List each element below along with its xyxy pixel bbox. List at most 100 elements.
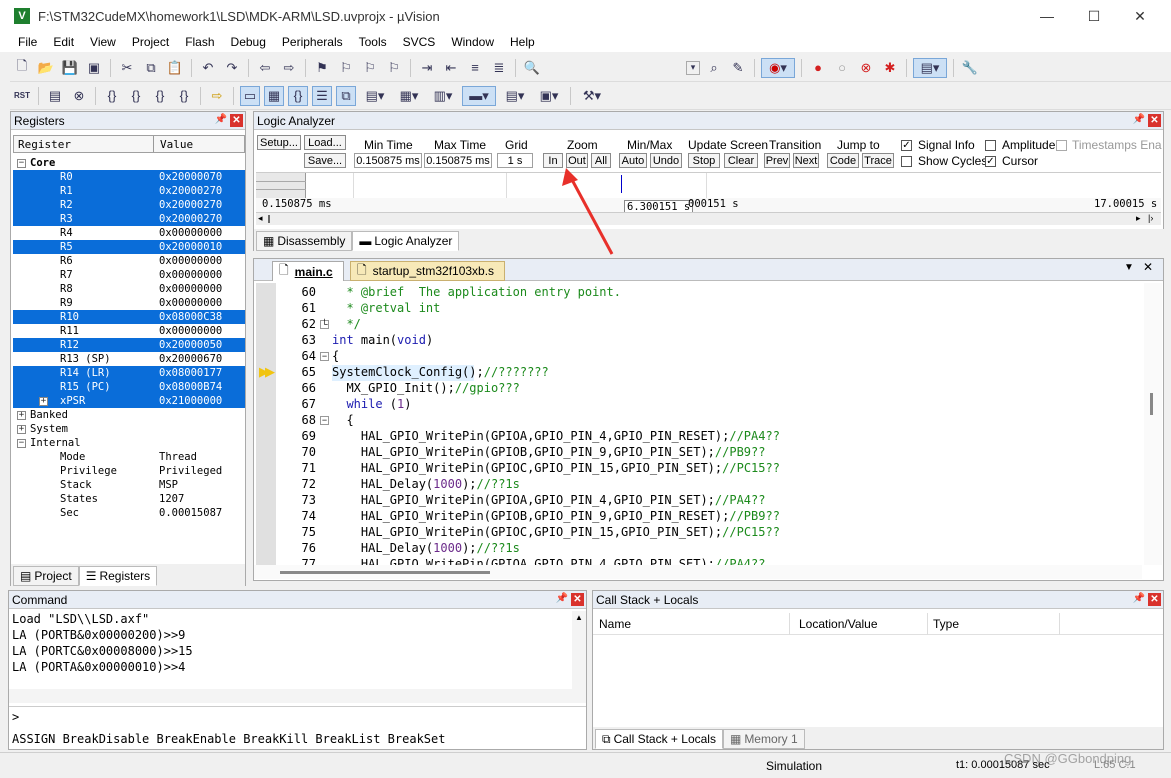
registers-window-icon[interactable]: ☰ [312, 85, 332, 106]
unindent-icon[interactable]: ⇤ [441, 58, 461, 78]
command-input[interactable]: > [9, 706, 586, 726]
code-button[interactable]: Code [827, 153, 859, 168]
register-value[interactable]: 0x20000010 [159, 241, 222, 253]
register-row[interactable]: R1 0x20000270 [13, 184, 245, 198]
close-editor-icon[interactable]: ✕ [1143, 260, 1153, 274]
cursor-checkbox[interactable]: ✓ [985, 156, 996, 167]
pin-icon[interactable]: 📌 [215, 114, 227, 125]
next-button[interactable]: Next [793, 153, 819, 168]
configure-icon[interactable]: 🔧 [960, 58, 980, 78]
breakpoint-kill-all-icon[interactable]: ✱ [880, 58, 900, 78]
tree-node-banked[interactable]: + Banked [17, 408, 68, 422]
step-into-icon[interactable]: {} [102, 86, 122, 106]
register-row[interactable]: R3 0x20000270 [13, 212, 245, 226]
close-button[interactable]: ✕ [1117, 0, 1163, 32]
column-type[interactable]: Type [933, 617, 959, 631]
register-row[interactable]: R0 0x20000070 [13, 170, 245, 184]
internal-row[interactable]: Stack MSP [13, 478, 245, 492]
internal-row[interactable]: Privilege Privileged [13, 464, 245, 478]
save-all-icon[interactable]: ▣ [84, 58, 104, 78]
tree-node-core[interactable]: − Core [17, 156, 55, 170]
close-icon[interactable]: ✕ [230, 114, 243, 127]
signal-info-checkbox[interactable]: ✓ [901, 140, 912, 151]
command-window-icon[interactable]: ▭ [240, 85, 260, 106]
pin-icon[interactable]: 📌 [556, 593, 568, 604]
menu-tools[interactable]: Tools [351, 35, 395, 49]
register-row[interactable]: R9 0x00000000 [13, 296, 245, 310]
zoom-out-button[interactable]: Out [566, 153, 588, 168]
register-value[interactable]: 0x20000270 [159, 213, 222, 225]
pin-icon[interactable]: 📌 [1133, 593, 1145, 604]
serial-window-icon[interactable]: ▥▾ [428, 86, 458, 106]
register-row[interactable]: R12 0x20000050 [13, 338, 245, 352]
undo-button[interactable]: Undo [650, 153, 682, 168]
tab-memory-1[interactable]: ▦ Memory 1 [722, 729, 805, 749]
editor-vscrollbar[interactable] [1144, 283, 1162, 565]
reset-icon[interactable]: RST [12, 86, 32, 106]
bookmark-prev-icon[interactable]: ⚐ [336, 58, 356, 78]
menu-flash[interactable]: Flash [177, 35, 222, 49]
menu-peripherals[interactable]: Peripherals [274, 35, 351, 49]
clear-button[interactable]: Clear [724, 153, 758, 168]
column-name[interactable]: Name [599, 617, 631, 631]
bookmark-clear-icon[interactable]: ⚐ [384, 58, 404, 78]
register-value[interactable]: 0x00000000 [159, 325, 222, 337]
register-row[interactable]: R5 0x20000010 [13, 240, 245, 254]
nav-back-icon[interactable]: ⇦ [255, 58, 275, 78]
pin-icon[interactable]: 📌 [1133, 114, 1145, 125]
call-stack-window-icon[interactable]: ⧉ [336, 85, 356, 106]
bookmark-icon[interactable]: ⚑ [312, 58, 332, 78]
maximize-button[interactable]: ☐ [1071, 0, 1117, 32]
register-row[interactable]: R7 0x00000000 [13, 268, 245, 282]
toolbox-icon[interactable]: ⚒▾ [577, 86, 607, 106]
register-value[interactable]: 0x20000670 [159, 353, 222, 365]
register-row[interactable]: R10 0x08000C38 [13, 310, 245, 324]
menu-edit[interactable]: Edit [45, 35, 82, 49]
internal-row[interactable]: Mode Thread [13, 450, 245, 464]
menu-project[interactable]: Project [124, 35, 177, 49]
code-view[interactable]: 60 * @brief The application entry point.… [254, 283, 1142, 565]
breakpoint-insert-icon[interactable]: ● [808, 58, 828, 78]
register-value[interactable]: 0x21000000 [159, 395, 222, 407]
register-value[interactable]: 0x20000070 [159, 171, 222, 183]
register-value[interactable]: 0x00000000 [159, 227, 222, 239]
register-row[interactable]: R14 (LR) 0x08000177 [13, 366, 245, 380]
register-value[interactable]: 0x08000177 [159, 367, 222, 379]
close-icon[interactable]: ✕ [1148, 593, 1161, 606]
fold-icon[interactable]: − [320, 352, 329, 361]
waveform-area[interactable] [256, 172, 1161, 199]
show-cycles-checkbox[interactable] [901, 156, 912, 167]
tab-disassembly[interactable]: ▦ Disassembly [256, 231, 353, 251]
zoom-in-button[interactable]: In [543, 153, 563, 168]
tab-registers[interactable]: ☰ Registers [78, 566, 158, 586]
stop-button[interactable]: Stop [688, 153, 720, 168]
expand-icon[interactable]: + [39, 396, 48, 406]
command-hscrollbar[interactable] [9, 689, 586, 703]
uncomment-icon[interactable]: ≣ [489, 58, 509, 78]
save-icon[interactable]: 💾 [60, 58, 80, 78]
incremental-find-icon[interactable]: ✎ [728, 58, 748, 78]
register-value[interactable]: 0x20000270 [159, 185, 222, 197]
watch-window-icon[interactable]: ▤▾ [360, 86, 390, 106]
column-value[interactable]: Value [160, 138, 193, 151]
tab-startup[interactable]: 🗋 startup_stm32f103xb.s [350, 261, 505, 281]
menu-svcs[interactable]: SVCS [395, 35, 444, 49]
trace-button[interactable]: Trace [862, 153, 894, 168]
cut-icon[interactable]: ✂ [117, 58, 137, 78]
register-value[interactable]: 0x00000000 [159, 283, 222, 295]
register-value[interactable]: 0x08000C38 [159, 311, 222, 323]
amplitude-checkbox[interactable] [985, 140, 996, 151]
step-out-icon[interactable]: {} [150, 86, 170, 106]
save-button[interactable]: Save... [304, 153, 346, 168]
tree-node-system[interactable]: + System [17, 422, 68, 436]
tab-logic-analyzer[interactable]: ▬ Logic Analyzer [352, 231, 460, 251]
tree-node-internal[interactable]: − Internal [17, 436, 81, 450]
symbols-window-icon[interactable]: {} [288, 85, 308, 106]
register-row[interactable]: R4 0x00000000 [13, 226, 245, 240]
paste-icon[interactable]: 📋 [165, 58, 185, 78]
column-register[interactable]: Register [18, 138, 71, 151]
register-row[interactable]: R11 0x00000000 [13, 324, 245, 338]
step-over-icon[interactable]: {} [126, 86, 146, 106]
auto-button[interactable]: Auto [619, 153, 647, 168]
comment-icon[interactable]: ≡ [465, 58, 485, 78]
